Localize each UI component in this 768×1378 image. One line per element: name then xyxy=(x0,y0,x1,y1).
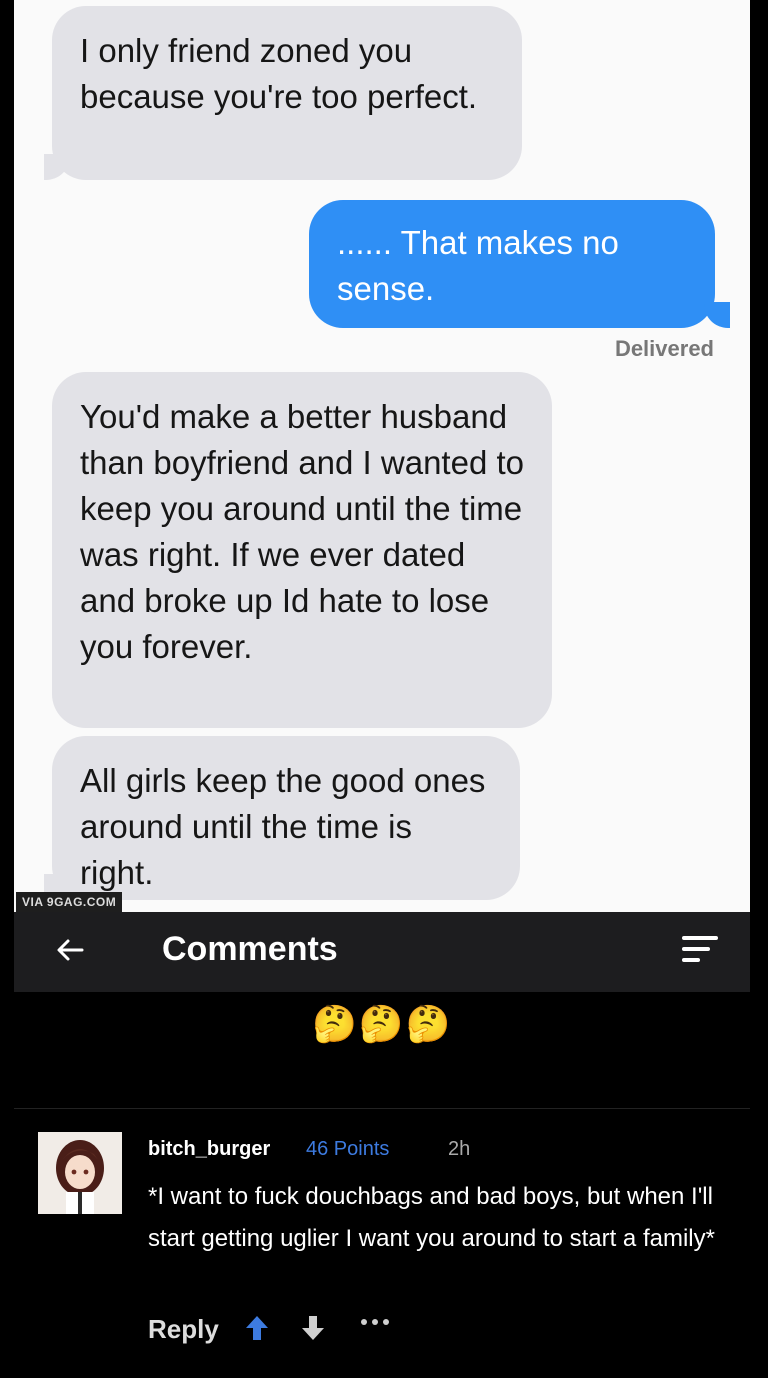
comment-timestamp: 2h xyxy=(448,1138,471,1160)
downvote-graphic xyxy=(302,1316,324,1340)
message-text: I only friend zoned you because you're t… xyxy=(80,32,478,115)
comment-points: 46 Points xyxy=(306,1138,390,1160)
reply-button[interactable]: Reply xyxy=(148,1314,219,1345)
more-graphic xyxy=(361,1319,389,1325)
more-dots-icon[interactable] xyxy=(358,1306,392,1341)
message-bubble-received: All girls keep the good ones around unti… xyxy=(52,736,520,900)
comment-username[interactable]: bitch_burger xyxy=(148,1138,270,1161)
page-title: Comments xyxy=(162,930,338,968)
arrow-left-icon[interactable] xyxy=(52,932,92,972)
upvote-graphic xyxy=(246,1316,268,1340)
arrow-up-icon[interactable] xyxy=(244,1314,270,1349)
arrow-left-icon-graphic xyxy=(57,939,84,961)
message-thread: I only friend zoned you because you're t… xyxy=(14,0,750,912)
screenshot-frame: I only friend zoned you because you're t… xyxy=(0,0,768,1378)
delivered-status: Delivered xyxy=(614,336,714,361)
comments-header: Comments xyxy=(14,912,750,992)
avatar[interactable] xyxy=(38,1132,122,1214)
bubble-tail xyxy=(44,154,70,180)
comment-text: *I want to fuck douchbags and bad boys, … xyxy=(148,1183,715,1252)
divider xyxy=(14,1108,750,1109)
message-text: ...... That makes no sense. xyxy=(337,224,619,307)
message-bubble-received: I only friend zoned you because you're t… xyxy=(52,6,522,180)
avatar-image xyxy=(38,1132,122,1214)
reaction-emojis: 🤔🤔🤔 xyxy=(312,1003,453,1044)
message-text: All girls keep the good ones around unti… xyxy=(80,762,486,891)
arrow-down-icon[interactable] xyxy=(300,1314,326,1349)
sort-icon[interactable] xyxy=(682,936,718,968)
message-text: You'd make a better husband than boyfrie… xyxy=(80,398,524,665)
message-bubble-sent: ...... That makes no sense. xyxy=(309,200,715,328)
message-bubble-received: You'd make a better husband than boyfrie… xyxy=(52,372,552,728)
bubble-tail xyxy=(704,302,730,328)
watermark: VIA 9GAG.COM xyxy=(16,892,123,912)
